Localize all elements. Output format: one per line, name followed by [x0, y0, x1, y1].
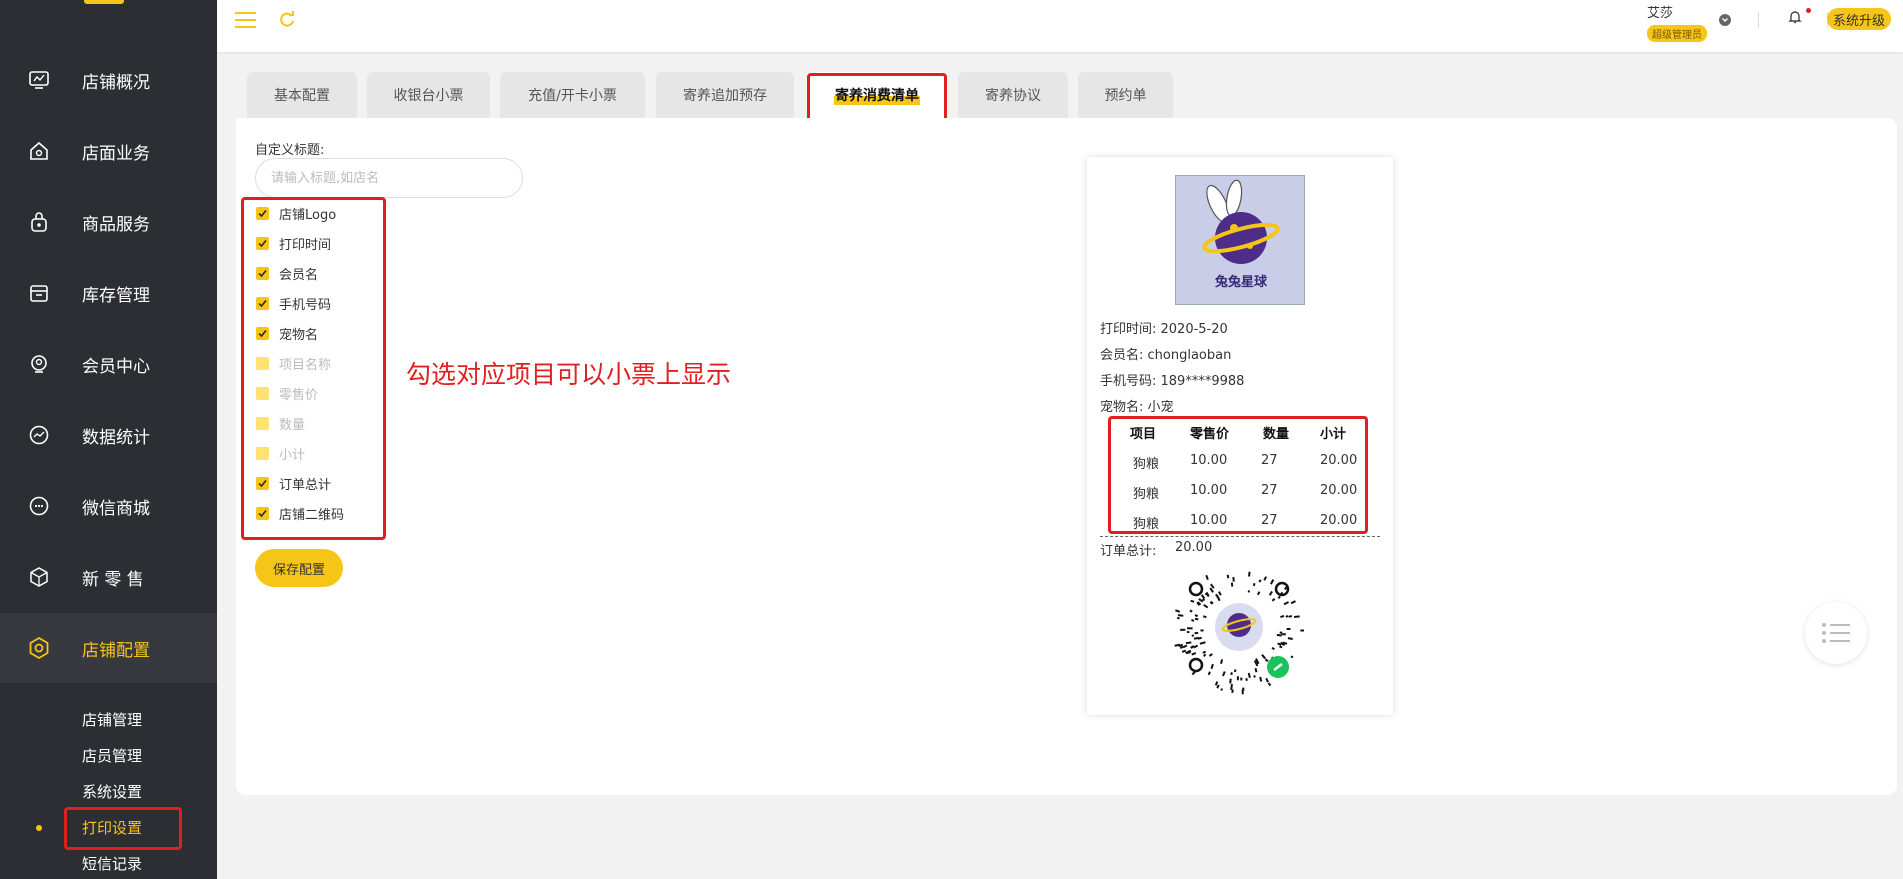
receipt-table-header: 零售价 [1190, 427, 1230, 442]
receipt-phone: 手机号码: 189****9988 [1100, 374, 1245, 389]
receipt-total-value: 20.00 [1175, 540, 1213, 555]
tab-appointment[interactable]: 预约单 [1078, 72, 1173, 118]
chevron-down-icon[interactable] [1719, 14, 1731, 26]
annotation-highlight-options [241, 197, 386, 540]
divider [1758, 12, 1759, 28]
nav-label: 会员中心 [82, 356, 150, 377]
nav-label: 商品服务 [82, 214, 150, 235]
store-logo: 兔兔星球 [1175, 175, 1305, 305]
tab-label: 充值/开卡小票 [528, 88, 617, 104]
receipt-table-cell: 27 [1261, 513, 1278, 528]
sidebar: 店铺概况 店面业务 商品服务 库存管理 会员中心 数据统计 微信商城 新 零 售… [0, 0, 217, 879]
tab-label: 寄养追加预存 [683, 88, 767, 104]
receipt-print-time: 打印时间: 2020-5-20 [1100, 322, 1228, 337]
monitor-icon [27, 68, 51, 92]
chart-icon [27, 423, 51, 447]
settings-icon [27, 636, 51, 660]
member-icon [27, 352, 51, 376]
nav-label: 库存管理 [82, 285, 150, 306]
nav-label: 店铺配置 [82, 640, 150, 661]
receipt-member-name: 会员名: chonglaoban [1100, 348, 1232, 363]
receipt-table-cell: 10.00 [1190, 453, 1228, 468]
house-icon [27, 139, 51, 163]
receipt-pet-name: 宠物名: 小宠 [1100, 400, 1174, 415]
tab-cashier-receipt[interactable]: 收银台小票 [367, 72, 490, 118]
receipt-table-header: 项目 [1130, 427, 1157, 442]
receipt-total-label: 订单总计: [1100, 544, 1157, 559]
user-name[interactable]: 艾莎 [1647, 2, 1673, 21]
tab-label: 收银台小票 [393, 88, 464, 104]
upgrade-button[interactable]: 系统升级 [1827, 8, 1892, 30]
receipt-table-cell: 10.00 [1190, 483, 1228, 498]
submenu-staff-management[interactable]: 店员管理 [82, 745, 142, 766]
receipt-table-cell: 20.00 [1320, 453, 1358, 468]
floating-menu-button[interactable] [1805, 602, 1867, 664]
tab-basic-config[interactable]: 基本配置 [247, 72, 357, 118]
active-dot [36, 825, 42, 831]
content-panel [236, 118, 1897, 795]
title-input[interactable] [255, 158, 523, 198]
user-role-badge: 超级管理员 [1647, 25, 1707, 42]
nav-label: 新 零 售 [82, 569, 144, 590]
receipt-table-cell: 20.00 [1320, 483, 1358, 498]
receipt-table-cell: 狗粮 [1133, 457, 1160, 472]
tab-label: 预约单 [1104, 88, 1147, 104]
cube-icon [27, 565, 51, 589]
receipt-table-header: 数量 [1263, 427, 1290, 442]
refresh-icon[interactable] [277, 10, 297, 30]
save-config-button[interactable]: 保存配置 [255, 549, 343, 587]
menu-toggle-icon[interactable] [235, 12, 256, 28]
receipt-table-header: 小计 [1320, 427, 1347, 442]
receipt-table-cell: 狗粮 [1133, 487, 1160, 502]
nav-label: 数据统计 [82, 427, 150, 448]
submenu-system-settings[interactable]: 系统设置 [82, 781, 142, 802]
title-label: 自定义标题: [255, 143, 325, 158]
nav-label: 店铺概况 [82, 72, 150, 93]
list-icon [1822, 623, 1850, 643]
tab-recharge-receipt[interactable]: 充值/开卡小票 [500, 72, 645, 118]
submenu-store-management[interactable]: 店铺管理 [82, 709, 142, 730]
receipt-table-cell: 27 [1261, 483, 1278, 498]
bell-icon[interactable] [1787, 9, 1803, 25]
box-icon [27, 281, 51, 305]
tab-label: 基本配置 [274, 88, 330, 104]
annotation-highlight-print-settings [64, 807, 182, 850]
bag-icon [27, 210, 51, 234]
tab-boarding-agreement[interactable]: 寄养协议 [958, 72, 1068, 118]
logo-stub [84, 0, 124, 4]
receipt-table-cell: 10.00 [1190, 513, 1228, 528]
submenu-sms-records[interactable]: 短信记录 [82, 853, 142, 874]
nav-label: 微信商城 [82, 498, 150, 519]
receipt-divider [1100, 536, 1380, 537]
receipt-table-cell: 狗粮 [1133, 517, 1160, 532]
planet-rabbit-icon [1202, 179, 1280, 264]
top-bar: 艾莎 超级管理员 系统升级 [217, 0, 1903, 52]
nav-item-store-config[interactable]: 店铺配置 [0, 613, 217, 683]
logo-text: 兔兔星球 [1214, 275, 1267, 290]
receipt-table-cell: 20.00 [1320, 513, 1358, 528]
tab-boarding-deposit[interactable]: 寄养追加预存 [656, 72, 794, 118]
notification-dot [1806, 8, 1811, 13]
receipt-table-cell: 27 [1261, 453, 1278, 468]
store-qr-code-icon [1174, 571, 1304, 695]
tab-label: 寄养协议 [985, 88, 1041, 104]
annotation-hint: 勾选对应项目可以小票上显示 [406, 360, 732, 389]
nav-label: 店面业务 [82, 143, 150, 164]
chat-icon [27, 494, 51, 518]
